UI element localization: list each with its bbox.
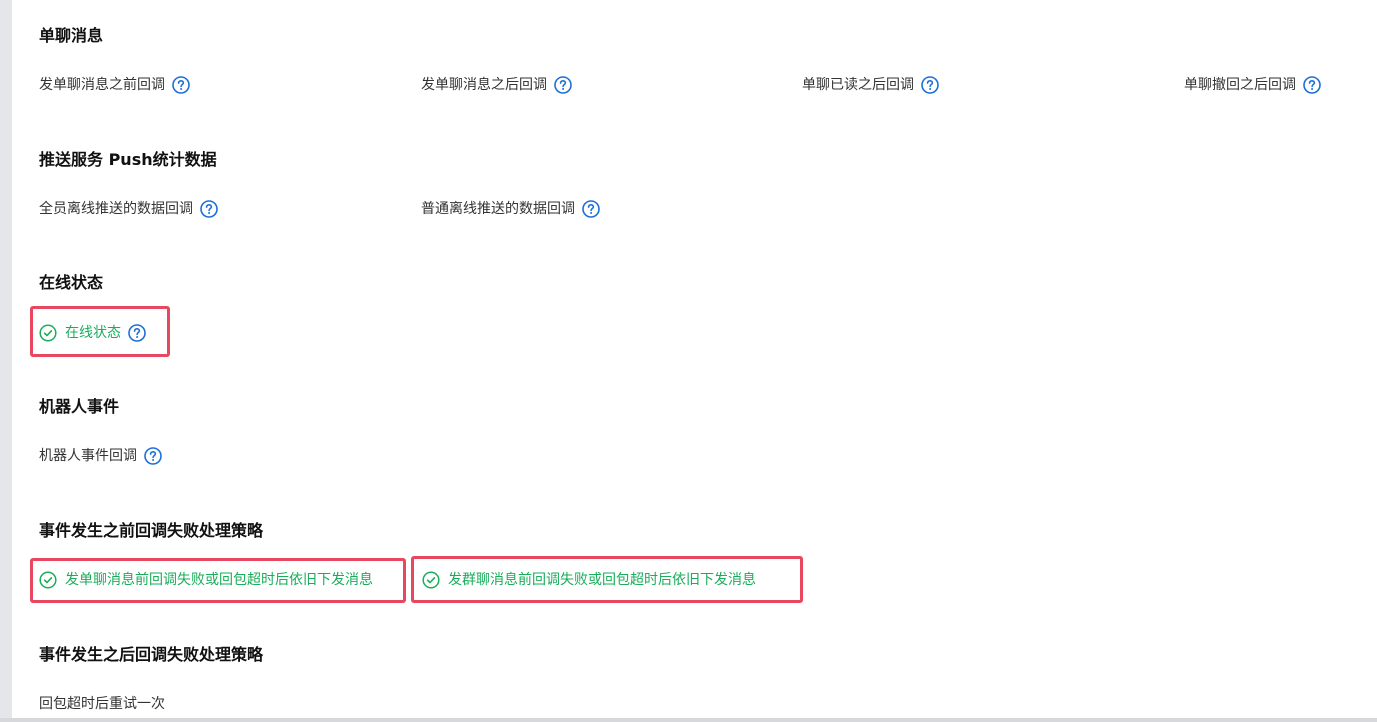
help-circle-icon[interactable]: [554, 76, 572, 94]
section-title-push-stats: 推送服务 Push统计数据: [39, 150, 217, 169]
item-label: 回包超时后重试一次: [39, 696, 165, 712]
item-after-single-read: 单聊已读之后回调: [802, 75, 939, 95]
section-title-single-chat: 单聊消息: [39, 26, 104, 45]
item-robot-event-callback: 机器人事件回调: [39, 446, 162, 466]
help-circle-icon[interactable]: [128, 324, 146, 342]
item-label: 单聊撤回之后回调: [1184, 77, 1296, 93]
help-circle-icon[interactable]: [921, 76, 939, 94]
item-label: 单聊已读之后回调: [802, 77, 914, 93]
item-label: 发单聊消息之后回调: [421, 77, 547, 93]
item-normal-offline-push-data: 普通离线推送的数据回调: [421, 199, 600, 219]
help-circle-icon[interactable]: [1303, 76, 1321, 94]
item-label: 在线状态: [65, 325, 121, 341]
help-circle-icon[interactable]: [200, 200, 218, 218]
item-retry-once-on-timeout: 回包超时后重试一次: [39, 694, 165, 714]
item-label: 发群聊消息前回调失败或回包超时后依旧下发消息: [448, 572, 756, 588]
item-after-send-single-msg: 发单聊消息之后回调: [421, 75, 572, 95]
callback-config-panel: 单聊消息 发单聊消息之前回调 发单聊消息之后回调 单聊已读之后回调 单聊撤回之后…: [30, 0, 1377, 718]
item-group-policy: 发群聊消息前回调失败或回包超时后依旧下发消息: [422, 570, 756, 590]
check-circle-icon: [39, 324, 57, 342]
item-label: 发单聊消息前回调失败或回包超时后依旧下发消息: [65, 572, 373, 588]
section-title-after-event-failure-policy: 事件发生之后回调失败处理策略: [39, 645, 264, 664]
help-circle-icon[interactable]: [144, 447, 162, 465]
section-title-before-event-failure-policy: 事件发生之前回调失败处理策略: [39, 521, 264, 540]
check-circle-icon: [422, 571, 440, 589]
item-before-send-single-msg: 发单聊消息之前回调: [39, 75, 190, 95]
item-label: 机器人事件回调: [39, 448, 137, 464]
item-after-single-recall: 单聊撤回之后回调: [1184, 75, 1321, 95]
item-label: 全员离线推送的数据回调: [39, 201, 193, 217]
section-title-online-status: 在线状态: [39, 273, 104, 292]
help-circle-icon[interactable]: [582, 200, 600, 218]
check-circle-icon: [39, 571, 57, 589]
left-rail: [0, 0, 12, 722]
item-all-offline-push-data: 全员离线推送的数据回调: [39, 199, 218, 219]
item-single-policy: 发单聊消息前回调失败或回包超时后依旧下发消息: [39, 570, 373, 590]
section-title-robot-events: 机器人事件: [39, 397, 120, 416]
item-label: 发单聊消息之前回调: [39, 77, 165, 93]
horizontal-scrollbar[interactable]: [0, 718, 1377, 722]
item-online-status: 在线状态: [39, 323, 146, 343]
help-circle-icon[interactable]: [172, 76, 190, 94]
item-label: 普通离线推送的数据回调: [421, 201, 575, 217]
